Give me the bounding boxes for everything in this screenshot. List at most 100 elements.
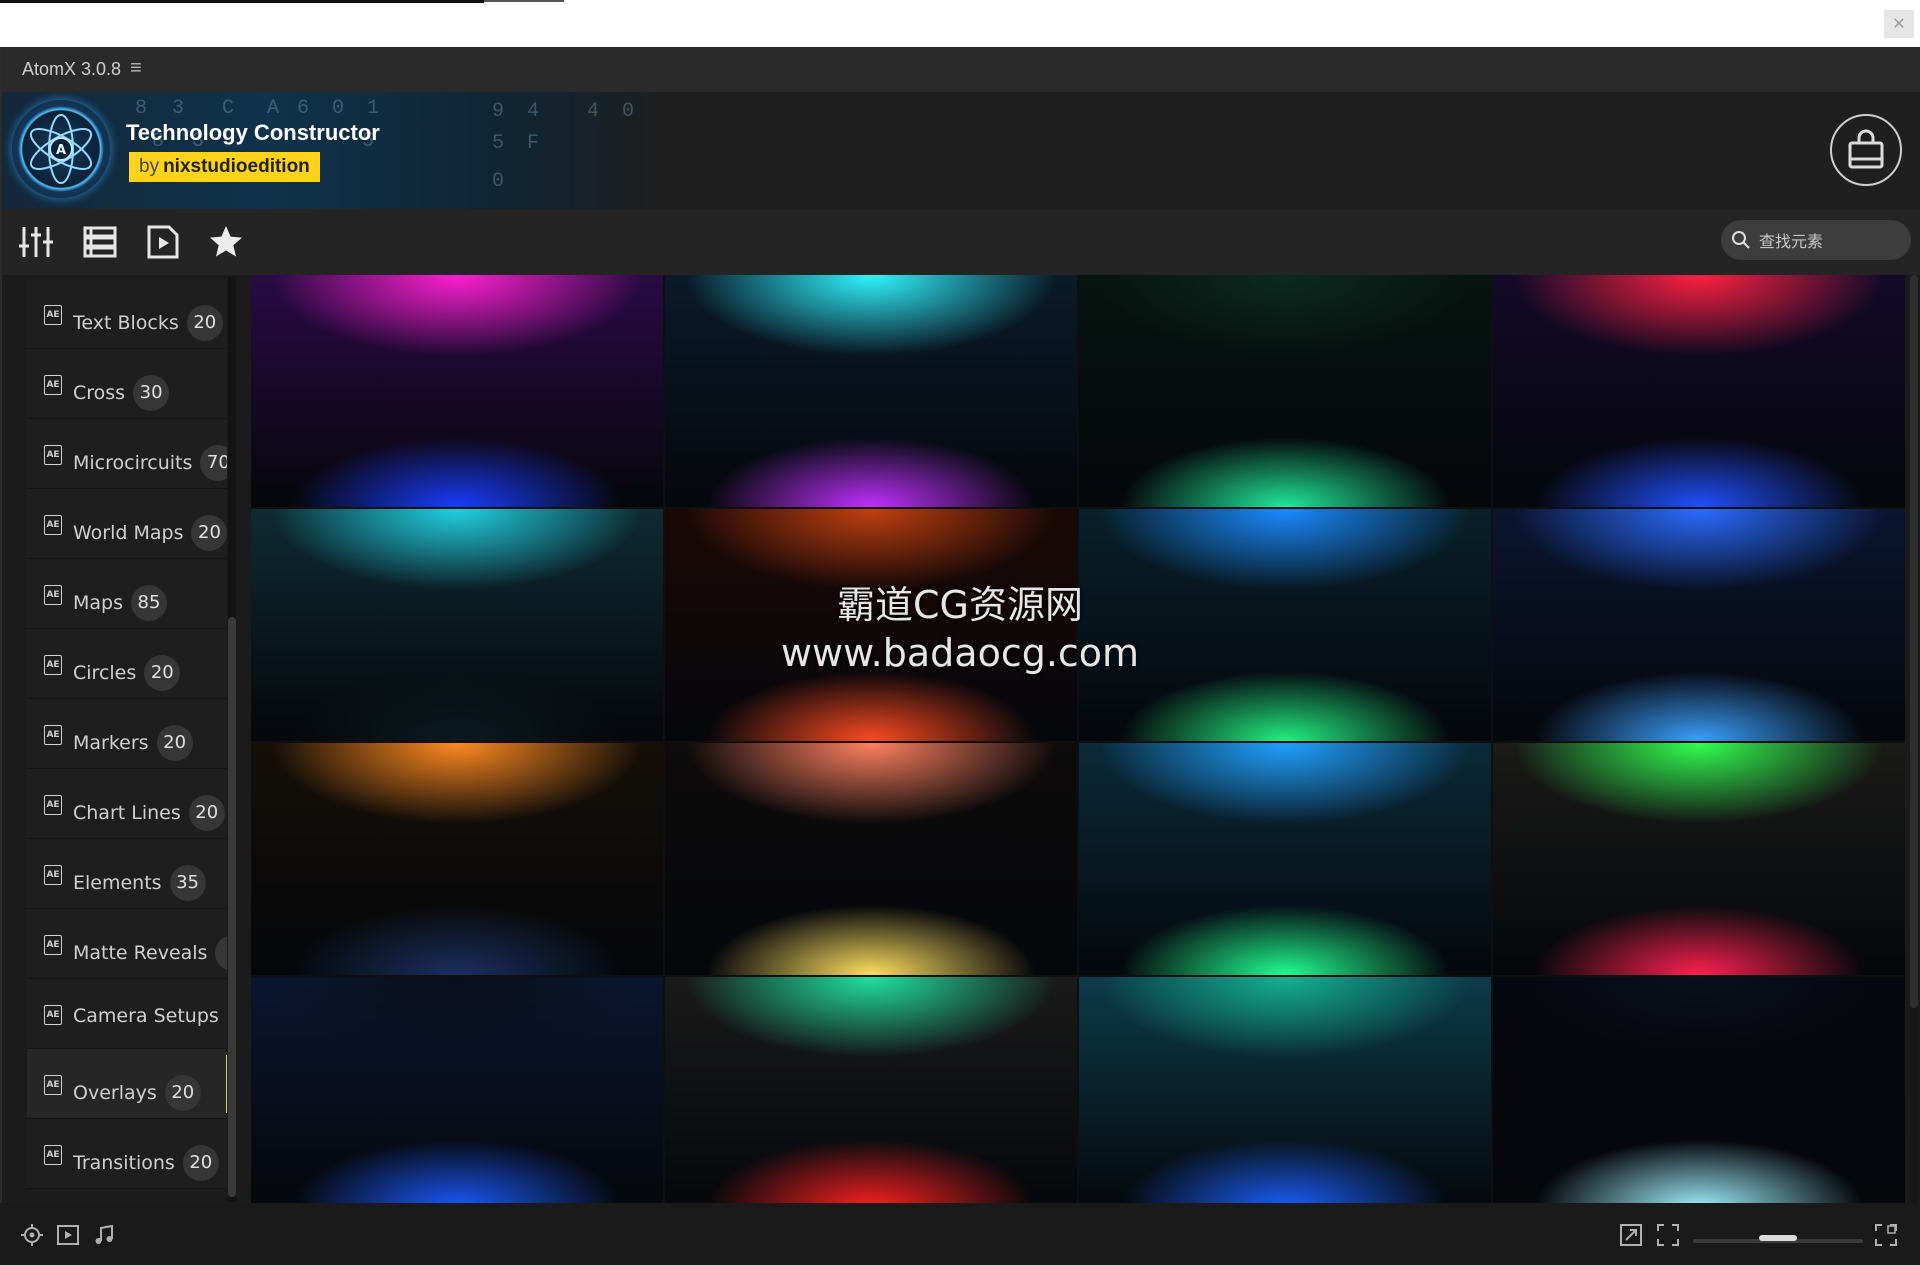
ae-file-icon-label: AE bbox=[46, 1080, 60, 1090]
overlay-thumbnail[interactable] bbox=[1079, 743, 1491, 975]
ae-file-icon-label: AE bbox=[46, 940, 60, 950]
title-bar: AtomX 3.0.8 ≡ bbox=[2, 47, 1920, 92]
list-view-icon[interactable] bbox=[82, 224, 118, 260]
sidebar-item-label: Chart Lines bbox=[73, 802, 181, 824]
sidebar-item-row: Camera Setups bbox=[73, 1005, 219, 1027]
overlay-thumbnail[interactable] bbox=[665, 275, 1077, 507]
overlay-thumbnail[interactable] bbox=[665, 977, 1077, 1209]
author-badge[interactable]: by nixstudioedition bbox=[129, 152, 320, 182]
loading-bar bbox=[0, 0, 484, 3]
banner-digit: 8 bbox=[135, 97, 148, 120]
sidebar-item-circles[interactable]: AE Circles 20 bbox=[27, 629, 227, 699]
sidebar-item-microcircuits[interactable]: AE Microcircuits 70 bbox=[27, 419, 227, 489]
banner-digit: F bbox=[527, 132, 540, 155]
author-name: nixstudioedition bbox=[163, 156, 310, 177]
sidebar-item-label: Circles bbox=[73, 662, 137, 684]
banner-digit: A bbox=[267, 97, 280, 120]
ae-file-icon: AE bbox=[44, 1075, 62, 1095]
sidebar-scrollbar[interactable] bbox=[228, 277, 236, 1202]
ae-file-icon: AE bbox=[44, 445, 62, 465]
sidebar-item-label: Maps bbox=[73, 592, 123, 614]
media-preview-icon[interactable] bbox=[145, 224, 181, 260]
sidebar-item-row: Circles 20 bbox=[73, 655, 181, 691]
video-icon[interactable] bbox=[56, 1223, 80, 1247]
ae-file-icon: AE bbox=[44, 935, 62, 955]
sidebar-item-row: Elements 35 bbox=[73, 865, 206, 901]
overlay-thumbnail[interactable] bbox=[665, 743, 1077, 975]
overlay-thumbnail[interactable] bbox=[1079, 275, 1491, 507]
ae-file-icon-label: AE bbox=[46, 1010, 60, 1020]
thumbnail-size-slider[interactable] bbox=[1693, 1235, 1863, 1243]
hamburger-menu-icon[interactable]: ≡ bbox=[130, 57, 142, 80]
by-label: by bbox=[139, 156, 160, 177]
fullscreen-icon[interactable] bbox=[1656, 1223, 1680, 1247]
ae-file-icon: AE bbox=[44, 1005, 62, 1025]
shop-button[interactable] bbox=[1830, 114, 1902, 186]
banner-digit: 4 bbox=[527, 100, 540, 123]
overlay-thumbnail[interactable] bbox=[1493, 743, 1905, 975]
sidebar-item-label: Microcircuits bbox=[73, 452, 193, 474]
ae-file-icon: AE bbox=[44, 515, 62, 535]
sidebar-item-row: World Maps 20 bbox=[73, 515, 227, 551]
search-input[interactable] bbox=[1757, 226, 1901, 256]
overlay-thumbnail[interactable] bbox=[1079, 509, 1491, 741]
sidebar-item-row: Chart Lines 20 bbox=[73, 795, 225, 831]
overlay-thumbnail[interactable] bbox=[1493, 275, 1905, 507]
item-count-badge: 20 bbox=[188, 795, 225, 831]
sidebar-item-maps[interactable]: AE Maps 85 bbox=[27, 559, 227, 629]
sidebar-item-label: Camera Setups bbox=[73, 1005, 219, 1027]
sidebar-item-chart-lines[interactable]: AE Chart Lines 20 bbox=[27, 769, 227, 839]
settings-gear-icon[interactable] bbox=[20, 1223, 44, 1247]
sidebar-item-overlays[interactable]: AE Overlays 20 bbox=[27, 1049, 227, 1119]
sidebar-item-row: Markers 20 bbox=[73, 725, 193, 761]
overlay-thumbnail[interactable] bbox=[251, 275, 663, 507]
sidebar-item-transitions[interactable]: AE Transitions 20 bbox=[27, 1119, 227, 1189]
grid-scrollbar[interactable] bbox=[1910, 275, 1918, 1203]
sidebar-scroll-thumb[interactable] bbox=[228, 617, 236, 1197]
item-count-badge: 35 bbox=[169, 865, 206, 901]
sidebar-item-markers[interactable]: AE Markers 20 bbox=[27, 699, 227, 769]
window-close-button[interactable]: ✕ bbox=[1884, 10, 1914, 38]
ae-file-icon: AE bbox=[44, 795, 62, 815]
grid-scroll-thumb[interactable] bbox=[1910, 275, 1918, 1008]
sidebar-item-row: Matte Reveals 1 bbox=[73, 935, 227, 971]
item-count-badge: 20 bbox=[164, 1075, 201, 1111]
sidebar-item-label: World Maps bbox=[73, 522, 184, 544]
grid-size-icon[interactable] bbox=[1874, 1223, 1898, 1247]
overlay-thumbnail[interactable] bbox=[251, 743, 663, 975]
music-note-icon[interactable] bbox=[92, 1223, 116, 1247]
sidebar-item-row: Overlays 20 bbox=[73, 1075, 201, 1111]
sidebar-item-label: Cross bbox=[73, 382, 126, 404]
fit-view-icon[interactable] bbox=[1619, 1223, 1643, 1247]
favorites-star-icon[interactable] bbox=[208, 224, 244, 260]
sidebar-item-label: Markers bbox=[73, 732, 149, 754]
overlay-thumbnail[interactable] bbox=[251, 509, 663, 741]
sidebar-item-camera-setups[interactable]: AE Camera Setups bbox=[27, 979, 227, 1049]
slider-handle[interactable] bbox=[1759, 1235, 1797, 1241]
ae-file-icon: AE bbox=[44, 305, 62, 325]
logo-letter: A bbox=[56, 143, 66, 158]
atomx-logo: A bbox=[12, 100, 110, 198]
overlay-thumbnail[interactable] bbox=[665, 509, 1077, 741]
ae-file-icon: AE bbox=[44, 1145, 62, 1165]
banner-digit: 0 bbox=[332, 97, 345, 120]
ae-file-icon: AE bbox=[44, 375, 62, 395]
item-count-badge: 70 bbox=[200, 445, 227, 481]
pack-title: Technology Constructor bbox=[126, 120, 380, 145]
ae-file-icon-label: AE bbox=[46, 590, 60, 600]
sidebar-item-text-blocks[interactable]: AE Text Blocks 20 bbox=[27, 279, 227, 349]
sidebar-item-cross[interactable]: AE Cross 30 bbox=[27, 349, 227, 419]
sidebar-item-row: Microcircuits 70 bbox=[73, 445, 227, 481]
overlay-thumbnail[interactable] bbox=[1079, 977, 1491, 1209]
sidebar-item-elements[interactable]: AE Elements 35 bbox=[27, 839, 227, 909]
overlay-thumbnail[interactable] bbox=[1493, 509, 1905, 741]
overlay-thumbnail[interactable] bbox=[1493, 977, 1905, 1209]
sidebar-item-world-maps[interactable]: AE World Maps 20 bbox=[27, 489, 227, 559]
ae-file-icon-label: AE bbox=[46, 450, 60, 460]
overlay-thumbnail[interactable] bbox=[251, 977, 663, 1209]
banner-digit: 5 bbox=[492, 132, 505, 155]
banner-digit: 0 bbox=[622, 100, 635, 123]
sliders-icon[interactable] bbox=[18, 224, 54, 260]
sidebar-item-label: Transitions bbox=[73, 1152, 175, 1174]
sidebar-item-matte-reveals[interactable]: AE Matte Reveals 1 bbox=[27, 909, 227, 979]
